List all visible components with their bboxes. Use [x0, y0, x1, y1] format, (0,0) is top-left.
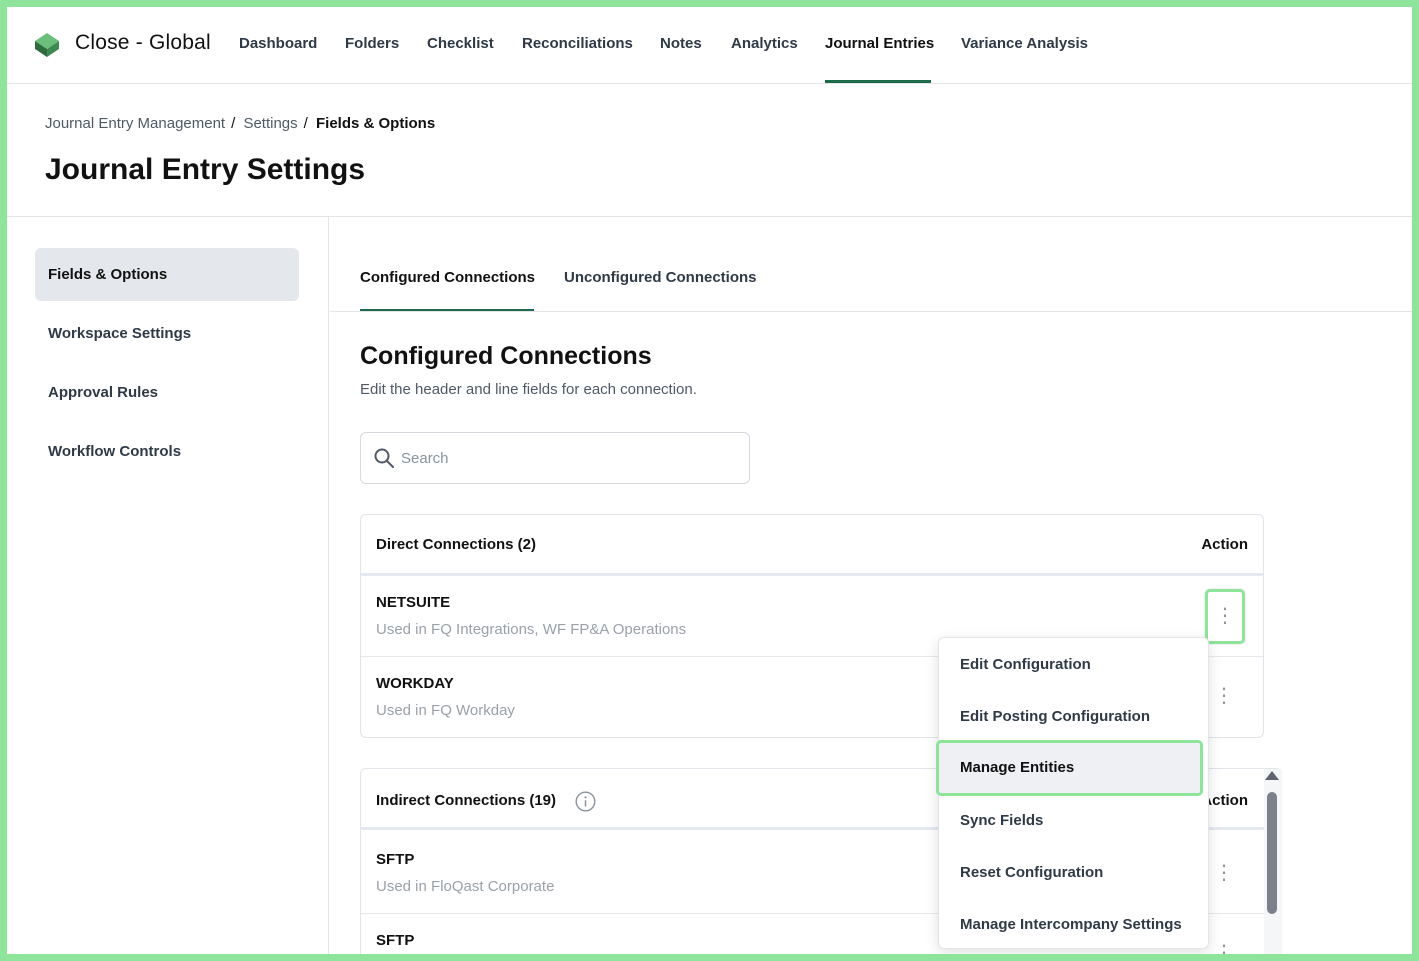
kebab-menu-icon[interactable]: ⋮	[1207, 673, 1241, 719]
logo-icon[interactable]	[33, 31, 61, 59]
search-icon	[374, 448, 394, 468]
breadcrumb: Journal Entry Management / Settings / Fiel…	[45, 115, 439, 132]
connection-name: SFTP	[376, 932, 415, 949]
breadcrumb-settings[interactable]: Settings	[243, 115, 297, 132]
breadcrumb-current: Fields & Options	[316, 115, 436, 132]
menu-item-manage-intercompany-settings[interactable]: Manage Intercompany Settings	[939, 899, 1208, 951]
breadcrumb-separator: /	[231, 115, 236, 132]
info-icon[interactable]	[575, 791, 596, 812]
scrollbar-thumb[interactable]	[1267, 792, 1277, 914]
connection-usage: Used in FQ Workday	[376, 702, 515, 719]
nav-reconciliations[interactable]: Reconciliations	[522, 35, 633, 52]
connection-name: NETSUITE	[376, 594, 451, 611]
nav-variance-analysis[interactable]: Variance Analysis	[961, 35, 1088, 52]
sidebar-item-workflow-controls[interactable]: Workflow Controls	[35, 425, 299, 478]
search-box	[360, 432, 750, 484]
indirect-connections-heading: Indirect Connections (19)	[376, 792, 557, 809]
menu-item-reset-configuration[interactable]: Reset Configuration	[939, 847, 1208, 899]
section-subtitle: Edit the header and line fields for each…	[360, 381, 697, 398]
settings-sidebar: Fields & Options Workspace Settings Appr…	[7, 217, 329, 954]
action-column-header: Action	[1201, 536, 1248, 553]
section-title: Configured Connections	[360, 342, 652, 370]
brand-name[interactable]: Close - Global	[75, 31, 211, 55]
kebab-menu-icon[interactable]: ⋮	[1207, 930, 1241, 954]
connection-name: WORKDAY	[376, 675, 454, 692]
nav-checklist[interactable]: Checklist	[427, 35, 494, 52]
active-nav-indicator	[825, 80, 931, 83]
sidebar-item-workspace-settings[interactable]: Workspace Settings	[35, 307, 299, 360]
nav-folders[interactable]: Folders	[345, 35, 399, 52]
nav-analytics[interactable]: Analytics	[731, 35, 798, 52]
nav-journal-entries[interactable]: Journal Entries	[825, 35, 934, 52]
breadcrumb-separator: /	[303, 115, 308, 132]
menu-item-edit-configuration[interactable]: Edit Configuration	[939, 639, 1208, 691]
search-input[interactable]	[401, 446, 731, 470]
nav-dashboard[interactable]: Dashboard	[239, 35, 317, 52]
sidebar-item-approval-rules[interactable]: Approval Rules	[35, 366, 299, 419]
app-window: Close - Global Dashboard Folders Checkli…	[7, 7, 1412, 954]
action-dropdown-menu: Edit Configuration Edit Posting Configur…	[936, 637, 1209, 951]
nav-notes[interactable]: Notes	[660, 35, 702, 52]
tab-unconfigured-connections[interactable]: Unconfigured Connections	[564, 269, 757, 286]
table-header: Direct Connections (2) Action	[361, 515, 1263, 576]
menu-item-edit-posting-configuration[interactable]: Edit Posting Configuration	[939, 691, 1208, 743]
tabs-divider	[330, 311, 1412, 312]
menu-item-manage-entities[interactable]: Manage Entities	[936, 740, 1203, 796]
tab-configured-connections[interactable]: Configured Connections	[360, 269, 535, 286]
connection-name: SFTP	[376, 851, 415, 868]
sidebar-item-fields-options[interactable]: Fields & Options	[35, 248, 299, 301]
breadcrumb-journal-entry-management[interactable]: Journal Entry Management	[45, 115, 225, 132]
direct-connections-heading: Direct Connections (2)	[376, 536, 537, 553]
menu-item-sync-fields[interactable]: Sync Fields	[939, 795, 1208, 847]
kebab-menu-icon[interactable]: ⋮	[1207, 850, 1241, 896]
connection-usage: Used in FloQast Corporate	[376, 878, 555, 895]
connection-usage: Used in FQ Integrations, WF FP&A Operati…	[376, 621, 687, 638]
page-title: Journal Entry Settings	[45, 153, 366, 186]
scroll-up-arrow-icon[interactable]	[1265, 771, 1279, 780]
kebab-menu-icon[interactable]: ⋮	[1205, 589, 1245, 644]
top-nav: Close - Global Dashboard Folders Checkli…	[7, 7, 1412, 84]
